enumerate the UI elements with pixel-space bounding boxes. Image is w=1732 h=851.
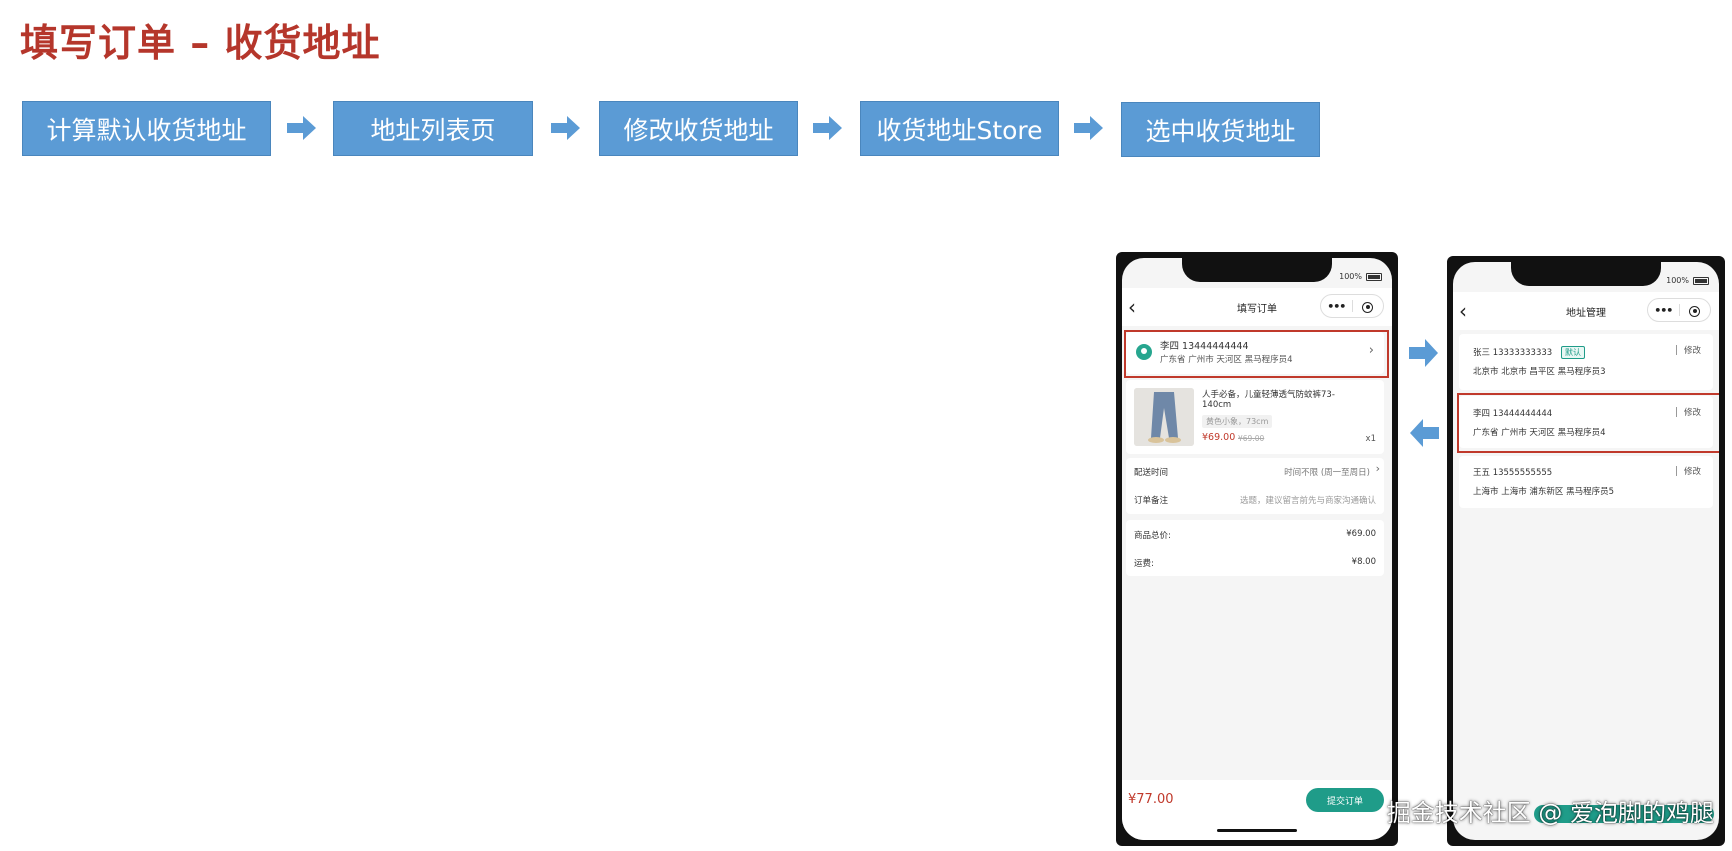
order-totals-card: 商品总价: ¥69.00 运费: ¥8.00 — [1126, 520, 1384, 576]
order-bottom-bar: ¥77.00 提交订单 — [1122, 780, 1392, 840]
flow-arrow-icon — [287, 116, 316, 140]
watermark-text: 掘金技术社区 @ 爱泡脚的鸡腿 — [1386, 799, 1714, 827]
product-card: 人手必备，儿童轻薄透气防蚊裤73- 140cm 黄色小象，73cm ¥69.00… — [1126, 380, 1384, 454]
order-options-card: 配送时间 时间不限 (周一至周日) › 订单备注 选题，建议留言前先与商家沟通确… — [1126, 458, 1384, 514]
remark-label: 订单备注 — [1134, 496, 1169, 506]
pants-image-icon — [1134, 388, 1194, 446]
product-spec-tag: 黄色小象，73cm — [1202, 415, 1273, 428]
product-original-price: ¥69.00 — [1238, 434, 1265, 443]
product-quantity: x1 — [1365, 434, 1376, 444]
battery-label: 100% — [1666, 276, 1689, 285]
arrow-right-icon — [1409, 339, 1438, 367]
order-phone-mockup: 100% ‹ 填写订单 ••• 李四 13444444444 广东省 广州市 天… — [1116, 252, 1398, 846]
flow-step-select-address: 选中收货地址 — [1121, 102, 1320, 157]
address-screen: 100% ‹ 地址管理 ••• 张三 13333333333 默认 北京市 北京… — [1453, 262, 1719, 840]
more-icon[interactable]: ••• — [1648, 304, 1679, 317]
product-thumbnail — [1134, 388, 1194, 446]
product-price: ¥69.00 — [1202, 432, 1236, 443]
delivery-label: 配送时间 — [1134, 468, 1169, 478]
order-navbar: ‹ 填写订单 ••• — [1122, 288, 1392, 326]
battery-icon — [1693, 277, 1709, 285]
flow-arrow-icon — [1074, 116, 1103, 140]
mini-program-capsule: ••• — [1647, 298, 1711, 322]
order-screen: 100% ‹ 填写订单 ••• 李四 13444444444 广东省 广州市 天… — [1122, 258, 1392, 840]
freight-label: 运费: — [1134, 559, 1154, 569]
goods-total-label: 商品总价: — [1134, 531, 1171, 541]
address-name-phone: 王五 13555555555 — [1473, 468, 1553, 478]
product-name-line2: 140cm — [1202, 400, 1232, 410]
highlight-frame — [1457, 393, 1719, 453]
address-list-item[interactable]: 张三 13333333333 默认 北京市 北京市 昌平区 黑马程序员3 修改 — [1459, 334, 1713, 390]
address-detail: 北京市 北京市 昌平区 黑马程序员3 — [1473, 367, 1606, 377]
edit-address-button[interactable]: 修改 — [1675, 465, 1701, 477]
phone-notch — [1511, 262, 1661, 286]
flow-step-calc-default-address: 计算默认收货地址 — [22, 101, 271, 156]
default-badge: 默认 — [1561, 346, 1585, 359]
address-navbar: ‹ 地址管理 ••• — [1453, 292, 1719, 330]
battery-icon — [1366, 273, 1382, 281]
submit-order-button[interactable]: 提交订单 — [1306, 788, 1384, 812]
arrow-left-icon — [1410, 419, 1439, 447]
phone-notch — [1182, 258, 1332, 282]
home-indicator — [1217, 829, 1297, 832]
more-icon[interactable]: ••• — [1321, 300, 1352, 313]
order-total: ¥77.00 — [1128, 792, 1174, 807]
mini-program-capsule: ••• — [1320, 294, 1384, 318]
battery-label: 100% — [1339, 272, 1362, 281]
flow-arrow-icon — [813, 116, 842, 140]
address-list-item[interactable]: 王五 13555555555 上海市 上海市 浦东新区 黑马程序员5 修改 — [1459, 456, 1713, 508]
remark-input[interactable]: 选题，建议留言前先与商家沟通确认 — [1240, 494, 1376, 506]
delivery-value[interactable]: 时间不限 (周一至周日) — [1284, 466, 1370, 478]
freight-value: ¥8.00 — [1351, 557, 1376, 567]
close-target-icon[interactable] — [1680, 301, 1711, 320]
address-detail: 上海市 上海市 浦东新区 黑马程序员5 — [1473, 487, 1615, 497]
flow-arrow-icon — [551, 116, 580, 140]
highlight-frame — [1124, 330, 1389, 378]
address-phone-mockup: 100% ‹ 地址管理 ••• 张三 13333333333 默认 北京市 北京… — [1447, 256, 1725, 846]
goods-total-value: ¥69.00 — [1346, 529, 1376, 539]
chevron-right-icon: › — [1375, 462, 1380, 475]
edit-address-button[interactable]: 修改 — [1675, 344, 1701, 356]
flow-step-edit-address: 修改收货地址 — [599, 101, 798, 156]
address-name-phone: 张三 13333333333 — [1473, 348, 1553, 358]
flow-step-address-store: 收货地址Store — [860, 101, 1059, 156]
flow-step-address-list: 地址列表页 — [333, 101, 533, 156]
page-title: 填写订单 – 收货地址 — [20, 21, 381, 65]
close-target-icon[interactable] — [1353, 297, 1384, 316]
product-name-line1: 人手必备，儿童轻薄透气防蚊裤73- — [1202, 390, 1335, 400]
